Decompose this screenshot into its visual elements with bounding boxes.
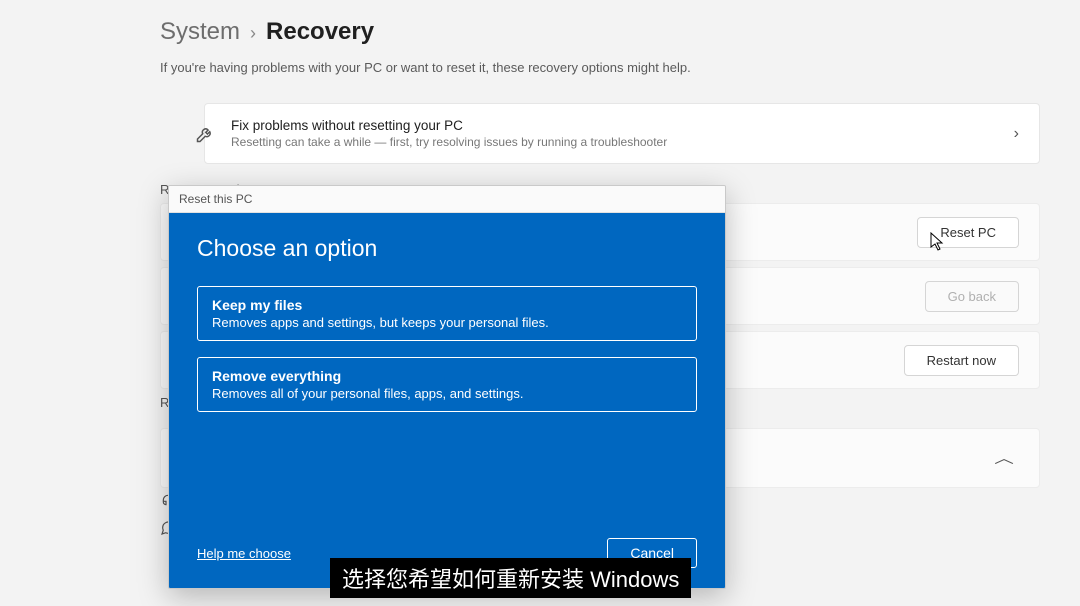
keep-files-title: Keep my files (212, 297, 682, 313)
intro-text: If you're having problems with your PC o… (160, 60, 1040, 75)
go-back-button[interactable]: Go back (925, 281, 1019, 312)
breadcrumb-parent[interactable]: System (160, 18, 240, 46)
remove-everything-title: Remove everything (212, 368, 682, 384)
dialog-window-title: Reset this PC (169, 186, 725, 213)
remove-everything-option[interactable]: Remove everything Removes all of your pe… (197, 357, 697, 412)
video-subtitle: 选择您希望如何重新安装 Windows (330, 558, 691, 598)
reset-pc-dialog: Reset this PC Choose an option Keep my f… (168, 185, 726, 589)
help-me-choose-link[interactable]: Help me choose (197, 546, 291, 561)
wrench-icon (195, 124, 215, 144)
dialog-heading: Choose an option (197, 235, 697, 262)
reset-pc-button[interactable]: Reset PC (917, 217, 1019, 248)
breadcrumb: System › Recovery (160, 18, 1040, 46)
chevron-right-icon: › (250, 23, 256, 44)
chevron-right-icon: › (1014, 125, 1019, 143)
restart-now-button[interactable]: Restart now (904, 345, 1019, 376)
troubleshoot-title: Fix problems without resetting your PC (231, 118, 998, 133)
chevron-up-icon: ︿ (994, 448, 1014, 468)
remove-everything-desc: Removes all of your personal files, apps… (212, 386, 682, 401)
keep-files-desc: Removes apps and settings, but keeps you… (212, 315, 682, 330)
troubleshoot-subtitle: Resetting can take a while — first, try … (231, 135, 998, 149)
breadcrumb-current: Recovery (266, 18, 374, 46)
keep-my-files-option[interactable]: Keep my files Removes apps and settings,… (197, 286, 697, 341)
troubleshooter-card[interactable]: Fix problems without resetting your PC R… (204, 103, 1040, 164)
